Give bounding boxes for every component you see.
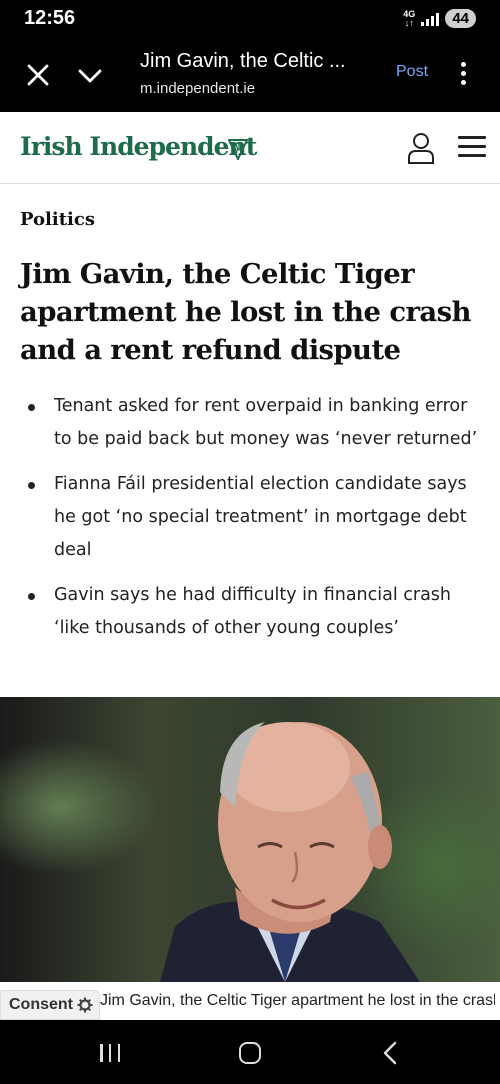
web-page: Irish Independent Politics Jim Gavin, th… bbox=[0, 112, 500, 1020]
bullet-icon bbox=[28, 593, 35, 600]
status-bar: 12:56 4G ↓↑ 44 bbox=[0, 0, 500, 40]
close-icon[interactable] bbox=[24, 61, 52, 89]
network-indicator: 4G ↓↑ bbox=[403, 9, 415, 28]
site-logo[interactable]: Irish Independent bbox=[20, 132, 257, 161]
gear-icon bbox=[77, 997, 93, 1013]
network-activity: ↓↑ bbox=[404, 17, 414, 28]
tab-url[interactable]: m.independent.ie bbox=[140, 80, 255, 97]
caption-bar: Jim Gavin, the Celtic Tiger apartment he… bbox=[0, 982, 500, 1020]
bullet-icon bbox=[28, 404, 35, 411]
article-category[interactable]: Politics bbox=[20, 209, 95, 230]
article-hero-image[interactable] bbox=[0, 697, 500, 982]
article-summary-list: Tenant asked for rent overpaid in bankin… bbox=[26, 390, 486, 657]
recents-icon[interactable] bbox=[100, 1044, 120, 1062]
collapse-icon[interactable] bbox=[76, 62, 104, 90]
menu-icon[interactable] bbox=[458, 136, 486, 158]
consent-label: Consent bbox=[9, 996, 73, 1013]
home-icon[interactable] bbox=[239, 1042, 261, 1064]
summary-item: Gavin says he had difficulty in financia… bbox=[26, 579, 486, 645]
image-caption: Jim Gavin, the Celtic Tiger apartment he… bbox=[100, 992, 495, 1009]
user-icon[interactable] bbox=[406, 132, 436, 164]
consent-button[interactable]: Consent bbox=[0, 990, 100, 1020]
summary-text: Gavin says he had difficulty in financia… bbox=[54, 585, 452, 638]
kebab-icon[interactable] bbox=[458, 62, 468, 88]
tab-title: Jim Gavin, the Celtic ... bbox=[140, 50, 346, 72]
summary-item: Fianna Fáil presidential election candid… bbox=[26, 468, 486, 567]
battery-badge: 44 bbox=[445, 9, 476, 28]
signal-icon bbox=[421, 12, 440, 26]
summary-text: Fianna Fáil presidential election candid… bbox=[54, 474, 467, 560]
system-nav-bar bbox=[0, 1020, 500, 1084]
post-button[interactable]: Post bbox=[396, 63, 428, 81]
harp-icon bbox=[228, 139, 248, 160]
summary-text: Tenant asked for rent overpaid in bankin… bbox=[54, 396, 478, 449]
back-icon[interactable] bbox=[380, 1040, 400, 1066]
article-headline: Jim Gavin, the Celtic Tiger apartment he… bbox=[20, 258, 471, 366]
bullet-icon bbox=[28, 482, 35, 489]
status-indicators: 4G ↓↑ 44 bbox=[403, 9, 476, 28]
summary-item: Tenant asked for rent overpaid in bankin… bbox=[26, 390, 486, 456]
site-header: Irish Independent bbox=[0, 112, 500, 184]
browser-toolbar: Jim Gavin, the Celtic ... m.independent.… bbox=[0, 40, 500, 112]
status-time: 12:56 bbox=[24, 7, 76, 29]
portrait-illustration bbox=[160, 722, 420, 982]
